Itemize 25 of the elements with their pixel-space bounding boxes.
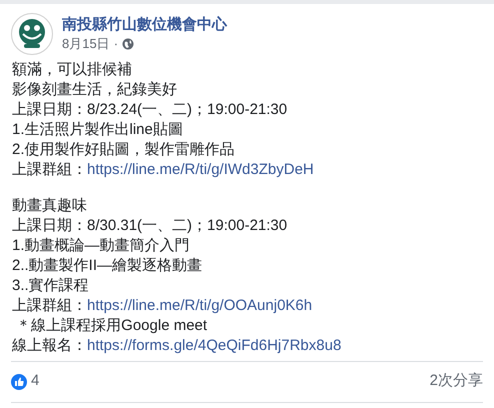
post-text-line: 額滿，可以排候補 bbox=[12, 60, 133, 80]
like-count[interactable]: 4 bbox=[31, 370, 40, 393]
url-link[interactable]: https://line.me/R/ti/g/OOAunj0K6h bbox=[87, 297, 312, 314]
url-link[interactable]: https://line.me/R/ti/g/IWd3ZbyDeH bbox=[87, 161, 314, 178]
post-text-line: 2.使用製作好貼圖，製作雷雕作品 bbox=[12, 140, 236, 160]
post-text-line: 1.生活照片製作出line貼圖 bbox=[12, 120, 184, 140]
post-text-line: 1.動畫概論—動畫簡介入門 bbox=[12, 236, 191, 256]
post-text-line: 影像刻畫生活，紀錄美好 bbox=[12, 80, 178, 100]
post-text-line: 上課日期：8/30.31(一、二)；19:00-21:30 bbox=[12, 216, 288, 236]
page-name-link[interactable]: 南投縣竹山數位機會中心 bbox=[62, 15, 227, 35]
post-text-line: 2..動畫製作II—繪製逐格動畫 bbox=[12, 256, 204, 276]
like-icon[interactable] bbox=[11, 374, 27, 390]
post-date-link[interactable]: 8月15日 bbox=[62, 35, 110, 53]
post-text-line: 3..實作課程 bbox=[12, 276, 90, 296]
post-text-line: 上課群組：https://line.me/R/ti/g/OOAunj0K6h bbox=[12, 296, 314, 316]
url-link[interactable]: https://forms.gle/4QeQiFd6Hj7Rbx8u8 bbox=[87, 337, 342, 354]
post-text-line: ＊線上課程採用Google meet bbox=[15, 316, 208, 336]
separator-dot: · bbox=[114, 35, 118, 53]
globe-icon bbox=[122, 38, 134, 50]
post-text-line: 上課日期：8/23.24(一、二)；19:00-21:30 bbox=[12, 100, 288, 120]
avatar-logo-icon[interactable] bbox=[11, 13, 53, 55]
share-count[interactable]: 2次分享 bbox=[430, 370, 483, 393]
post-text-line: 動畫真趣味 bbox=[12, 196, 88, 216]
post-text-line: 上課群組：https://line.me/R/ti/g/IWd3ZbyDeH bbox=[12, 160, 315, 180]
post-text-line: 線上報名：https://forms.gle/4QeQiFd6Hj7Rbx8u8 bbox=[12, 336, 342, 356]
